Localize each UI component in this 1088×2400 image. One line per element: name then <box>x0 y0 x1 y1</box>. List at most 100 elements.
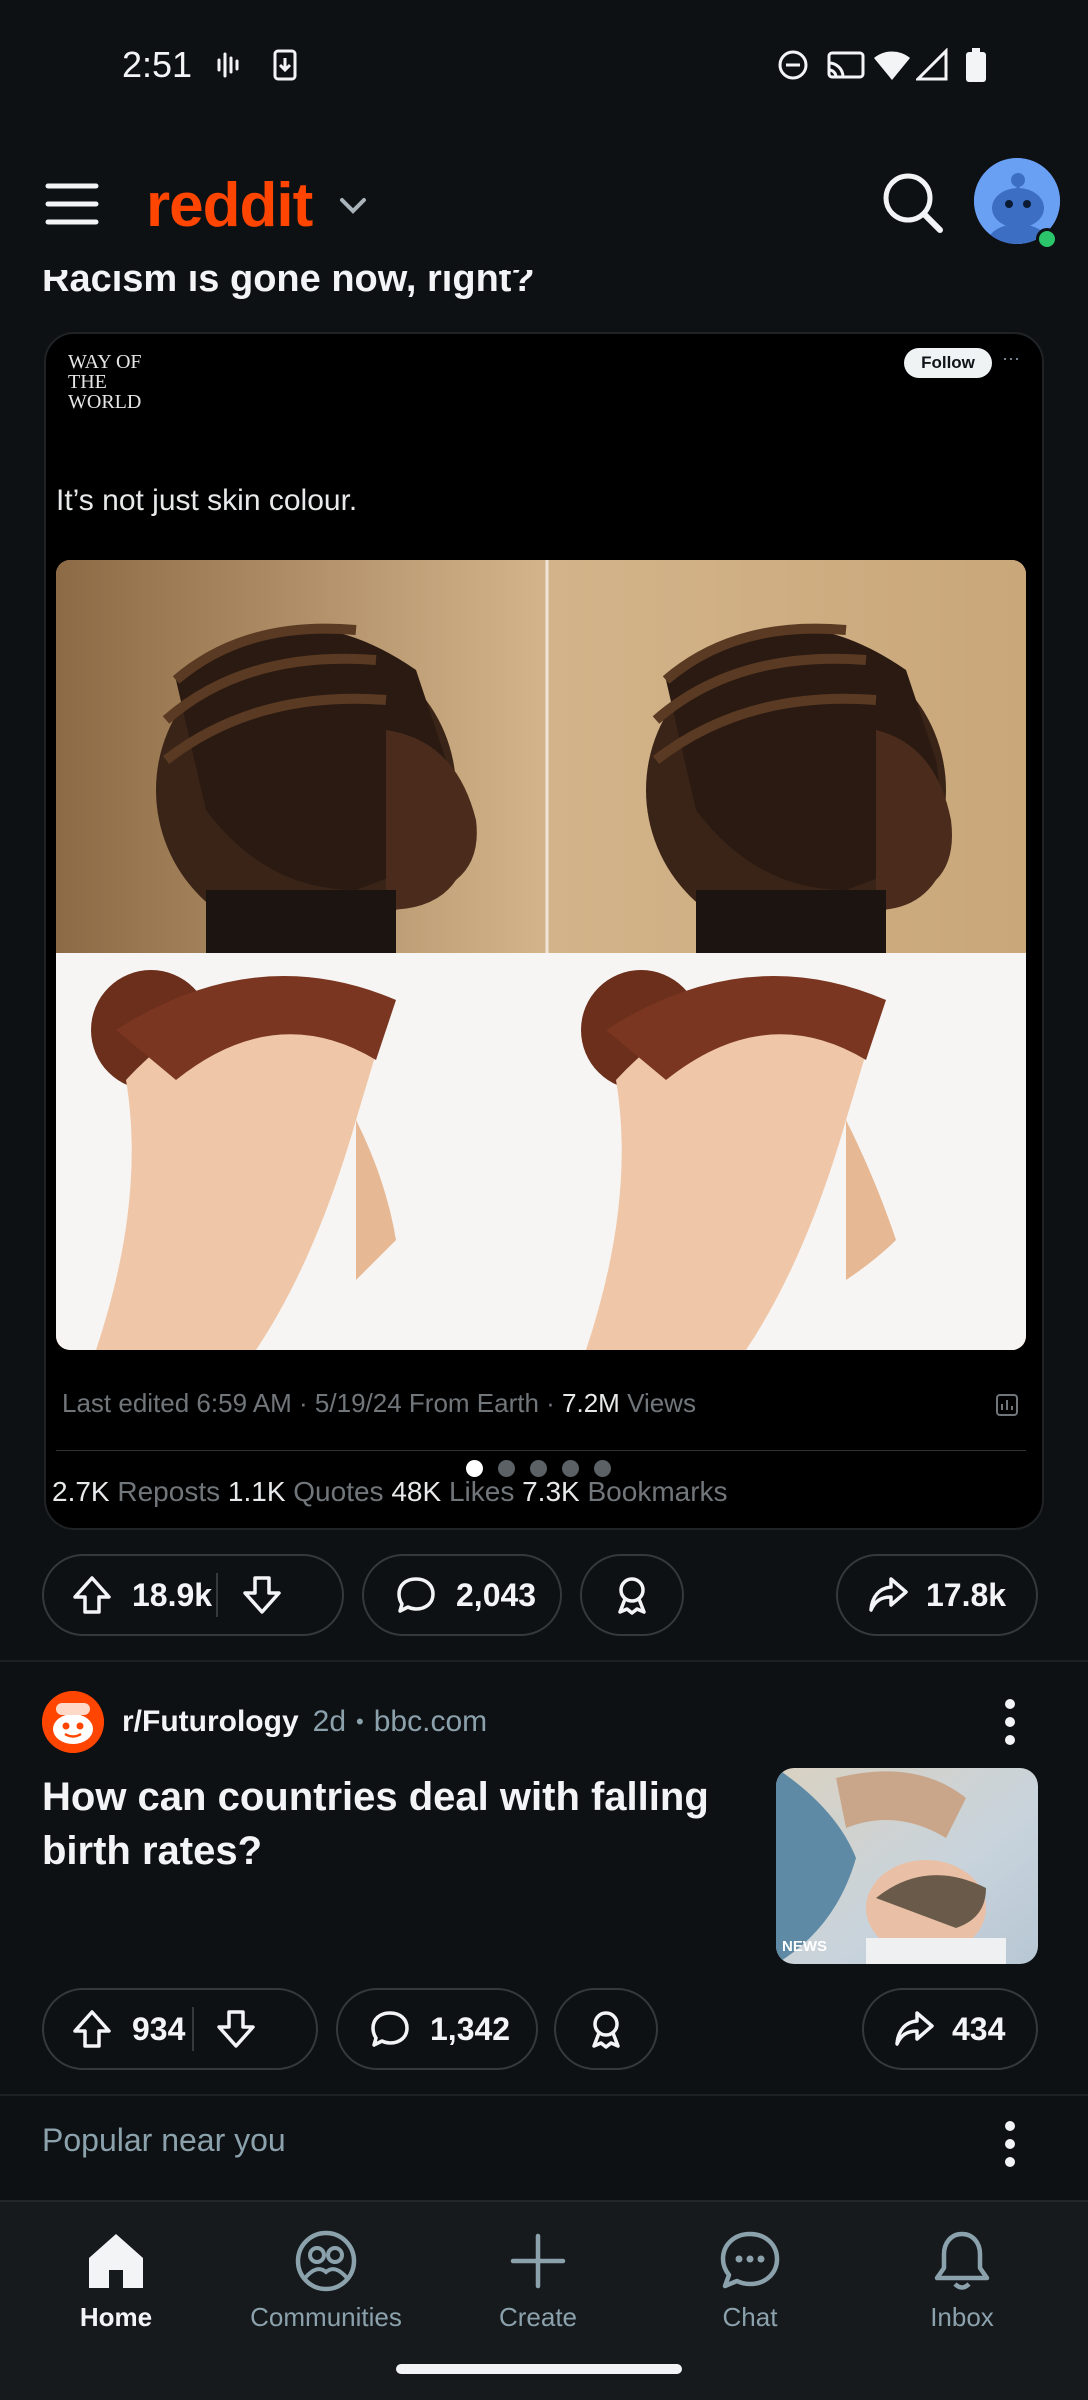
award-icon <box>584 2007 628 2051</box>
meta-separator: • <box>356 1709 364 1734</box>
search-icon <box>883 173 943 233</box>
online-status-dot <box>1036 228 1058 250</box>
nav-chat-label: Chat <box>722 2302 778 2332</box>
popular-overflow-menu-button[interactable] <box>990 2114 1030 2174</box>
upvote-button[interactable] <box>70 2007 114 2051</box>
share-count: 17.8k <box>926 1576 1007 1613</box>
comment-count: 2,043 <box>456 1576 537 1613</box>
share-arrow-icon <box>866 1573 910 1617</box>
nav-inbox[interactable]: Inbox <box>872 2228 1052 2333</box>
upvote-count: 934 <box>132 2010 186 2047</box>
carousel-dot[interactable] <box>530 1460 547 1477</box>
share-count: 434 <box>952 2010 1006 2047</box>
likes-count: 48K <box>391 1476 442 1507</box>
menu-button[interactable] <box>44 176 100 232</box>
share-button[interactable]: 434 <box>862 1988 1038 2070</box>
gesture-home-indicator[interactable] <box>396 2364 682 2374</box>
kebab-menu-icon <box>1005 1699 1015 1745</box>
nav-home[interactable]: Home <box>26 2228 206 2333</box>
post-thumbnail[interactable]: NEWS <box>776 1768 1038 1964</box>
search-button[interactable] <box>880 170 944 234</box>
tweet-stats: 2.7K Reposts 1.1K Quotes 48K Likes 7.3K … <box>52 1476 728 1508</box>
post-title[interactable]: How can countries deal with falling birt… <box>42 1770 742 1878</box>
post-age: 2d <box>312 1705 347 1738</box>
post-overflow-menu-button[interactable] <box>990 1692 1030 1752</box>
carousel-dot[interactable] <box>466 1460 483 1477</box>
post-header: r/Futurology 2d • bbc.com <box>42 1690 487 1754</box>
nav-communities-label: Communities <box>250 2302 402 2332</box>
tweet-meta: Last edited 6:59 AM · 5/19/24 From Earth… <box>62 1388 696 1419</box>
vote-pill: 934 <box>42 1988 318 2070</box>
communities-icon <box>295 2230 357 2292</box>
award-icon <box>610 1573 654 1617</box>
share-button[interactable]: 17.8k <box>836 1554 1038 1636</box>
vote-pill: 18.9k <box>42 1554 344 1636</box>
feed-divider <box>0 1660 1088 1662</box>
plus-icon <box>510 2233 566 2289</box>
bookmarks-count: 7.3K <box>522 1476 580 1507</box>
likes-label: Likes <box>441 1476 523 1507</box>
comments-button[interactable]: 2,043 <box>362 1554 562 1636</box>
cast-icon <box>826 48 866 82</box>
downvote-arrow-icon <box>217 2010 255 2048</box>
upvote-count: 18.9k <box>132 1576 213 1613</box>
subreddit-name[interactable]: r/Futurology <box>122 1705 299 1739</box>
carousel-indicator[interactable] <box>466 1460 611 1477</box>
post-media-embed[interactable]: WAY OF THE WORLD Follow ··· It’s not jus… <box>44 332 1044 1530</box>
upvote-arrow-icon <box>73 1576 111 1614</box>
nav-create[interactable]: Create <box>448 2228 628 2333</box>
voicemail-waveform-icon <box>212 48 246 82</box>
share-arrow-icon <box>892 2007 936 2051</box>
tweet-source-name: WAY OF THE WORLD <box>68 351 142 413</box>
award-button[interactable] <box>580 1554 684 1636</box>
upvote-button[interactable] <box>70 1573 114 1617</box>
bell-icon <box>934 2231 990 2290</box>
tweet-image <box>56 560 1026 1350</box>
feed-divider <box>0 2094 1088 2096</box>
bookmarks-label: Bookmarks <box>579 1476 728 1507</box>
upvote-arrow-icon <box>73 2010 111 2048</box>
award-button[interactable] <box>554 1988 658 2070</box>
do-not-disturb-icon <box>776 48 810 82</box>
downvote-arrow-icon <box>243 1576 281 1614</box>
tweet-views-label: Views <box>619 1388 696 1418</box>
carousel-dot[interactable] <box>594 1460 611 1477</box>
downvote-button[interactable] <box>240 1573 284 1617</box>
kebab-menu-icon <box>1005 2121 1015 2167</box>
news-tag: NEWS <box>782 1938 827 1955</box>
nav-create-label: Create <box>498 2302 578 2332</box>
vote-divider <box>192 2007 194 2051</box>
feed-switcher-chevron-icon[interactable] <box>338 194 368 218</box>
downvote-button[interactable] <box>214 2007 258 2051</box>
nav-communities[interactable]: Communities <box>236 2228 416 2333</box>
app-header: reddit <box>0 140 1088 270</box>
tweet-more-icon: ··· <box>1002 348 1020 368</box>
tweet-edit-info: Last edited 6:59 AM · 5/19/24 From Earth… <box>62 1388 563 1418</box>
analytics-icon <box>994 1392 1020 1418</box>
popular-near-you-heading: Popular near you <box>42 2122 286 2158</box>
carousel-dot[interactable] <box>498 1460 515 1477</box>
reposts-label: Reposts <box>109 1476 228 1507</box>
nav-inbox-label: Inbox <box>930 2302 994 2332</box>
post-domain[interactable]: bbc.com <box>374 1705 487 1739</box>
comment-bubble-icon <box>394 1573 438 1617</box>
tweet-divider <box>56 1450 1026 1451</box>
status-time: 2:51 <box>122 44 193 85</box>
chat-icon <box>720 2231 780 2289</box>
status-bar: 2:51 <box>0 0 1088 130</box>
comments-button[interactable]: 1,342 <box>336 1988 538 2070</box>
quotes-label: Quotes <box>285 1476 392 1507</box>
home-icon <box>89 2234 143 2288</box>
vote-divider <box>216 1573 218 1617</box>
tweet-text: It’s not just skin colour. <box>56 484 358 517</box>
subreddit-icon[interactable] <box>42 1691 104 1753</box>
reposts-count: 2.7K <box>52 1476 110 1507</box>
download-icon <box>268 48 302 82</box>
comment-bubble-icon <box>368 2007 412 2051</box>
tweet-source-logo: WAY OF THE WORLD <box>68 352 148 412</box>
tweet-follow-button: Follow <box>904 348 992 378</box>
carousel-dot[interactable] <box>562 1460 579 1477</box>
reddit-logo[interactable]: reddit <box>146 170 313 241</box>
nav-chat[interactable]: Chat <box>660 2228 840 2333</box>
comment-count: 1,342 <box>430 2010 511 2047</box>
